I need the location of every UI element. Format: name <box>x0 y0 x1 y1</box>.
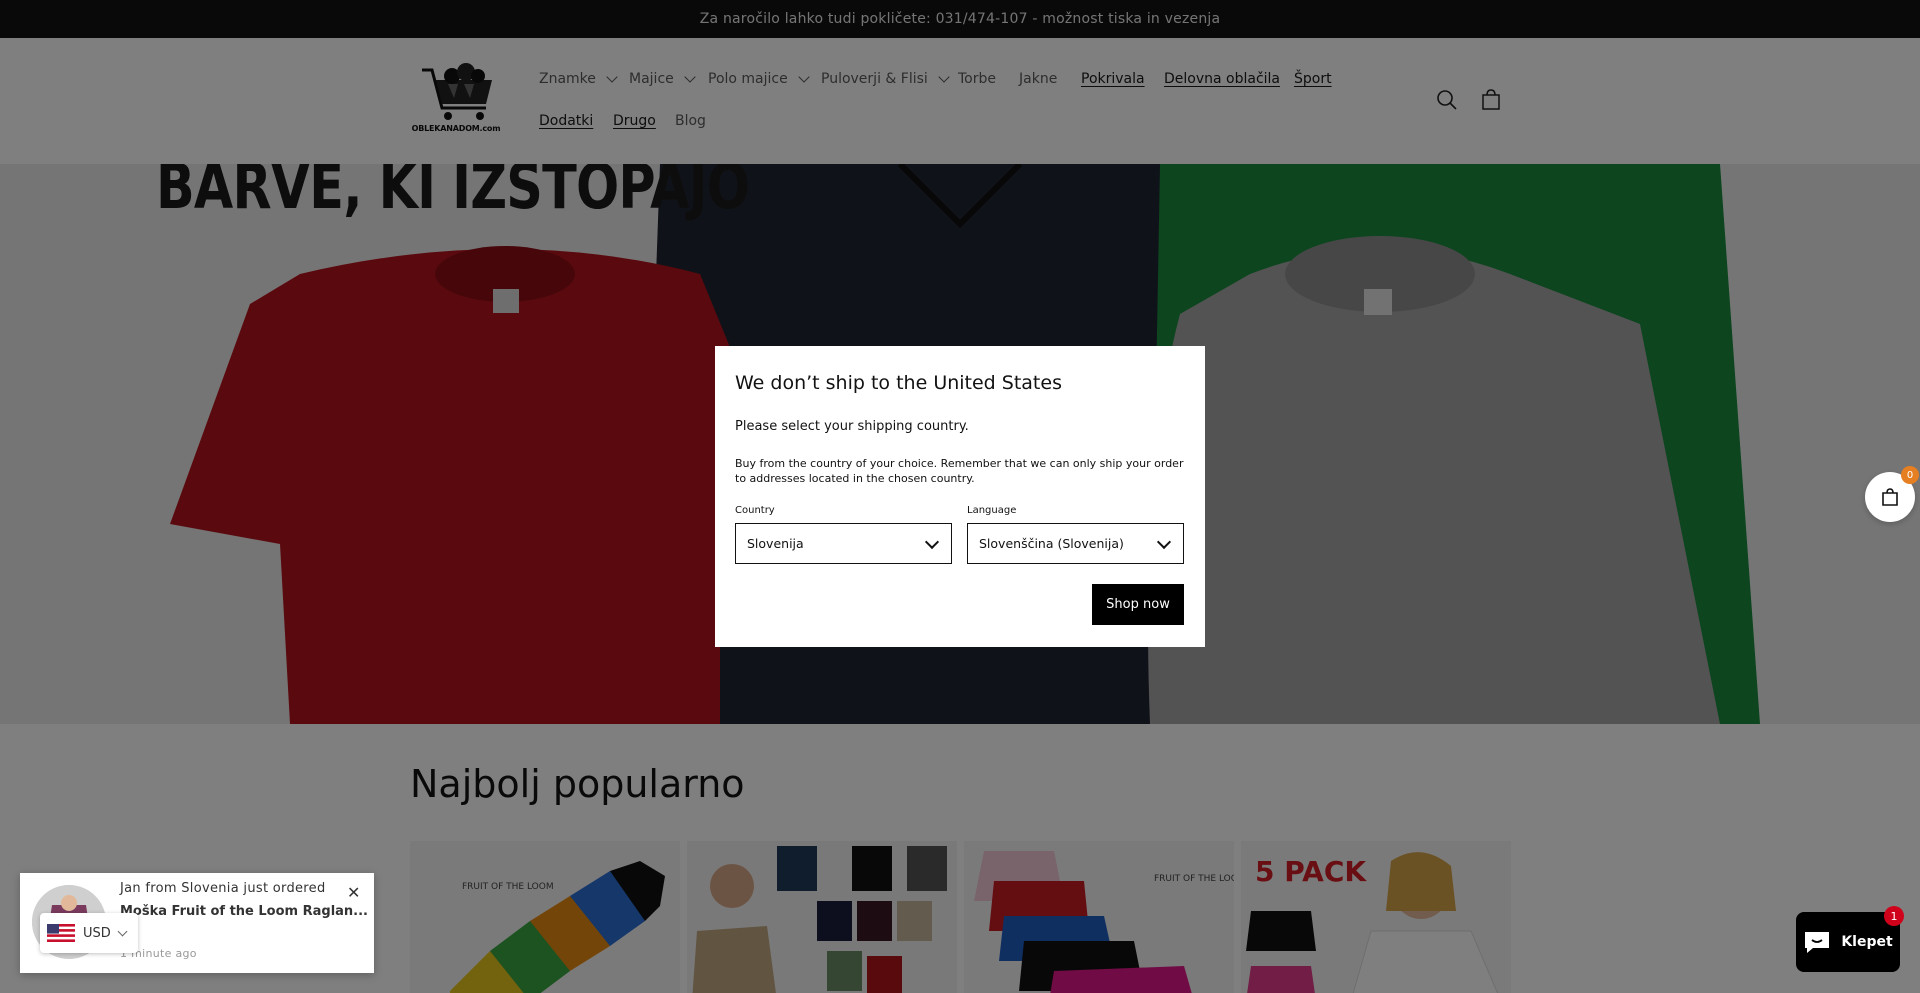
language-select[interactable]: Slovenščina (Slovenija) <box>967 523 1184 564</box>
country-value: Slovenija <box>747 536 804 551</box>
close-icon[interactable]: ✕ <box>347 883 360 902</box>
chevron-down-icon <box>924 534 940 550</box>
shop-now-button[interactable]: Shop now <box>1092 584 1184 625</box>
chat-unread-badge: 1 <box>1884 906 1904 926</box>
toast-message: Jan from Slovenia just ordered <box>120 881 326 896</box>
chevron-down-icon <box>1156 534 1172 550</box>
language-label: Language <box>967 505 1017 516</box>
shipping-country-modal: We don’t ship to the United States Pleas… <box>715 346 1205 647</box>
chat-label: Klepet <box>1841 934 1893 950</box>
cart-count-badge: 0 <box>1901 466 1919 484</box>
language-value: Slovenščina (Slovenija) <box>979 536 1124 551</box>
chevron-down-icon <box>117 926 128 936</box>
bag-icon <box>1882 488 1898 506</box>
currency-code: USD <box>83 925 111 941</box>
modal-subtitle: Please select your shipping country. <box>735 419 969 434</box>
country-label: Country <box>735 505 775 516</box>
country-select[interactable]: Slovenija <box>735 523 952 564</box>
floating-cart-button[interactable]: 0 <box>1865 466 1919 522</box>
modal-title: We don’t ship to the United States <box>735 372 1062 394</box>
toast-product: Moška Fruit of the Loom Raglan... <box>120 904 368 919</box>
modal-body-text: Buy from the country of your choice. Rem… <box>735 457 1184 485</box>
chat-icon <box>1805 932 1830 953</box>
currency-selector[interactable]: USD <box>40 913 138 953</box>
us-flag-icon <box>47 924 75 942</box>
